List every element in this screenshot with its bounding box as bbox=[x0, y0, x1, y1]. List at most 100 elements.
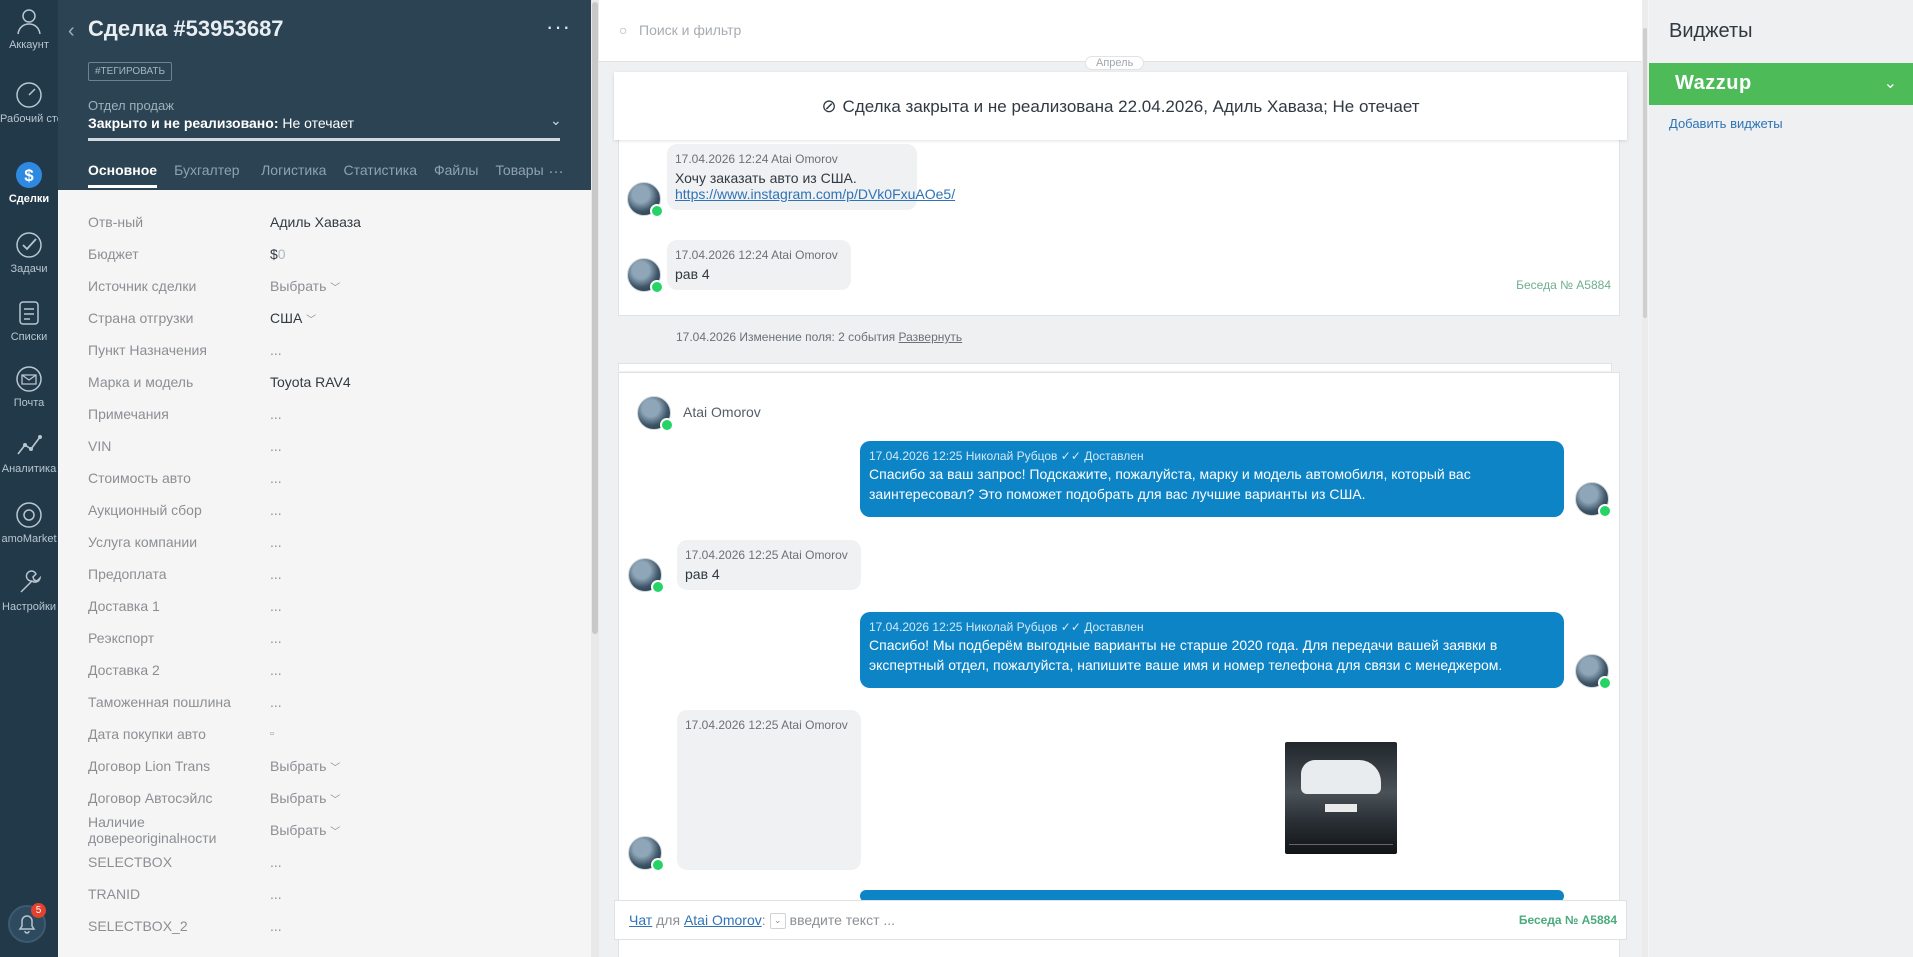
nav-market[interactable]: amoMarket bbox=[0, 500, 58, 545]
nav-tasks[interactable]: Задачи bbox=[0, 230, 58, 275]
field-value[interactable]: ... bbox=[270, 662, 282, 678]
contact-name[interactable]: Atai Omorov bbox=[683, 404, 761, 420]
message-meta: 17.04.2026 12:24 Atai Omorov bbox=[675, 152, 838, 166]
avatar bbox=[628, 836, 665, 872]
search-input[interactable]: Поиск и фильтр bbox=[639, 22, 741, 38]
nav-analytics[interactable]: Аналитика bbox=[0, 430, 58, 475]
conversation-number[interactable]: Беседа № A5884 bbox=[1516, 278, 1611, 292]
budget-value[interactable]: $0 bbox=[270, 246, 286, 262]
main-nav: Аккаунт Рабочий стол $ Сделки Задачи Спи… bbox=[0, 0, 58, 957]
message-meta: 17.04.2026 12:25 Николай Рубцов ✓✓ Доста… bbox=[869, 449, 1144, 463]
closed-banner-text: Сделка закрыта и не реализована 22.04.20… bbox=[842, 97, 1420, 116]
field-label: Страна отгрузки bbox=[88, 310, 194, 326]
select-field[interactable]: США ﹀ bbox=[270, 310, 316, 326]
deal-header: ‹ Сделка #53953687 ··· #ТЕГИРОВАТЬ Отдел… bbox=[58, 0, 592, 190]
nav-label: Почта bbox=[13, 397, 45, 409]
tab-statistics[interactable]: Статистика bbox=[343, 162, 417, 188]
template-select[interactable]: ⌄ bbox=[769, 913, 786, 930]
field-value[interactable]: ... bbox=[270, 598, 282, 614]
tab-main[interactable]: Основное bbox=[88, 162, 158, 188]
tab-logistics[interactable]: Логистика bbox=[261, 162, 326, 188]
compose-input[interactable]: введите текст ... bbox=[790, 912, 895, 928]
nav-lists[interactable]: Списки bbox=[0, 298, 58, 343]
instagram-link[interactable]: https://www.instagram.com/p/DVk0FxuAOe5/ bbox=[675, 186, 955, 202]
field-value[interactable]: ... bbox=[270, 918, 282, 934]
more-options-icon[interactable]: ··· bbox=[546, 14, 571, 40]
field-label: VIN bbox=[88, 438, 112, 454]
search-bar[interactable]: ○ Поиск и фильтр bbox=[599, 0, 1642, 62]
notifications-button[interactable]: 5 bbox=[8, 903, 46, 943]
wazzup-widget[interactable]: Wazzup ⌄ bbox=[1649, 63, 1913, 105]
field-value[interactable]: ... bbox=[270, 694, 282, 710]
field-label: Стоимость авто bbox=[88, 470, 191, 486]
compose-colon: : bbox=[761, 912, 766, 928]
chevron-down-icon: ﹀ bbox=[330, 827, 341, 838]
chevron-down-icon[interactable]: ⌄ bbox=[1884, 73, 1897, 93]
nav-mail[interactable]: Почта bbox=[0, 364, 58, 409]
car-photo-attachment[interactable] bbox=[1285, 742, 1397, 854]
notification-count: 5 bbox=[31, 903, 46, 918]
calendar-icon[interactable]: ▫ bbox=[270, 728, 274, 740]
scrollbar-thumb[interactable] bbox=[592, 2, 598, 634]
analytics-icon bbox=[17, 435, 42, 455]
incoming-message: 17.04.2026 12:24 Atai Omorov рав 4 bbox=[667, 240, 851, 290]
incoming-message: 17.04.2026 12:24 Atai Omorov Хочу заказа… bbox=[667, 144, 955, 210]
select-field[interactable]: Выбрать ﹀ bbox=[270, 822, 340, 838]
field-value[interactable]: Адиль Хаваза bbox=[270, 214, 361, 230]
message-composer[interactable]: Чат для Atai Omorov: ⌄ введите текст ... Б… bbox=[614, 900, 1627, 940]
select-field[interactable]: Выбрать ﹀ bbox=[270, 790, 340, 806]
recipient-link[interactable]: Atai Omorov bbox=[684, 912, 762, 928]
select-value: Выбрать bbox=[270, 278, 327, 294]
field-label: SELECTBOX bbox=[88, 854, 173, 870]
field-value[interactable]: ... bbox=[270, 566, 282, 582]
deal-title[interactable]: Сделка #53953687 bbox=[88, 16, 284, 42]
field-value[interactable]: ... bbox=[270, 502, 282, 518]
tab-accounting[interactable]: Бухгалтер bbox=[174, 162, 244, 188]
field-label: Предоплата bbox=[88, 566, 167, 582]
tabs-more-button[interactable]: … bbox=[548, 160, 564, 178]
field-row: Предоплата... bbox=[88, 558, 568, 590]
card-scrollbar[interactable] bbox=[591, 0, 599, 957]
deal-card: ‹ Сделка #53953687 ··· #ТЕГИРОВАТЬ Отдел… bbox=[58, 0, 599, 957]
field-row: Доставка 2... bbox=[88, 654, 568, 686]
field-value[interactable]: ... bbox=[270, 630, 282, 646]
nav-dashboard[interactable]: Рабочий стол bbox=[0, 80, 58, 125]
field-value[interactable]: ... bbox=[270, 470, 282, 486]
field-value[interactable]: ... bbox=[270, 886, 282, 902]
field-value[interactable]: Toyota RAV4 bbox=[270, 374, 351, 390]
chevron-down-icon[interactable]: ⌄ bbox=[550, 112, 562, 129]
widgets-panel: Виджеты Wazzup ⌄ Добавить виджеты bbox=[1649, 0, 1913, 957]
nav-label: Рабочий стол bbox=[0, 113, 58, 125]
tab-files[interactable]: Файлы bbox=[434, 162, 478, 188]
nav-deals[interactable]: $ Сделки bbox=[0, 160, 58, 205]
feed-scrollbar[interactable] bbox=[1642, 0, 1648, 957]
chat-type-link[interactable]: Чат bbox=[629, 912, 652, 928]
plate-image bbox=[1325, 804, 1357, 812]
nav-label: Списки bbox=[10, 331, 48, 343]
conversation-number[interactable]: Беседа № A5884 bbox=[1519, 901, 1617, 939]
chevron-down-icon: ﹀ bbox=[330, 763, 341, 774]
whatsapp-icon bbox=[650, 204, 664, 218]
expand-link[interactable]: Развернуть bbox=[899, 330, 963, 344]
select-field[interactable]: Выбрать ﹀ bbox=[270, 758, 340, 774]
tag-button[interactable]: #ТЕГИРОВАТЬ bbox=[88, 62, 173, 81]
add-widgets-link[interactable]: Добавить виджеты bbox=[1669, 116, 1783, 131]
scrollbar-thumb[interactable] bbox=[1643, 28, 1647, 318]
field-value[interactable]: ... bbox=[270, 534, 282, 550]
status-select[interactable]: Закрыто и не реализовано: Не отечает bbox=[88, 115, 354, 131]
field-value[interactable]: ... bbox=[270, 438, 282, 454]
whatsapp-icon bbox=[651, 580, 665, 594]
outgoing-message: 17.04.2026 12:25 Николай Рубцов ✓✓ Доста… bbox=[860, 612, 1564, 688]
nav-account[interactable]: Аккаунт bbox=[0, 6, 58, 51]
tab-products[interactable]: Товары bbox=[495, 162, 543, 188]
back-arrow-icon[interactable]: ‹ bbox=[68, 20, 75, 43]
field-value[interactable]: ... bbox=[270, 342, 282, 358]
field-value[interactable]: ... bbox=[270, 854, 282, 870]
whatsapp-icon bbox=[1598, 504, 1612, 518]
nav-settings[interactable]: Настройки bbox=[0, 568, 58, 613]
field-value[interactable]: ... bbox=[270, 406, 282, 422]
status-bold: Закрыто и не реализовано: bbox=[88, 115, 279, 131]
select-field[interactable]: Выбрать ﹀ bbox=[270, 278, 340, 294]
field-label: Бюджет bbox=[88, 246, 139, 262]
avatar bbox=[628, 558, 665, 594]
